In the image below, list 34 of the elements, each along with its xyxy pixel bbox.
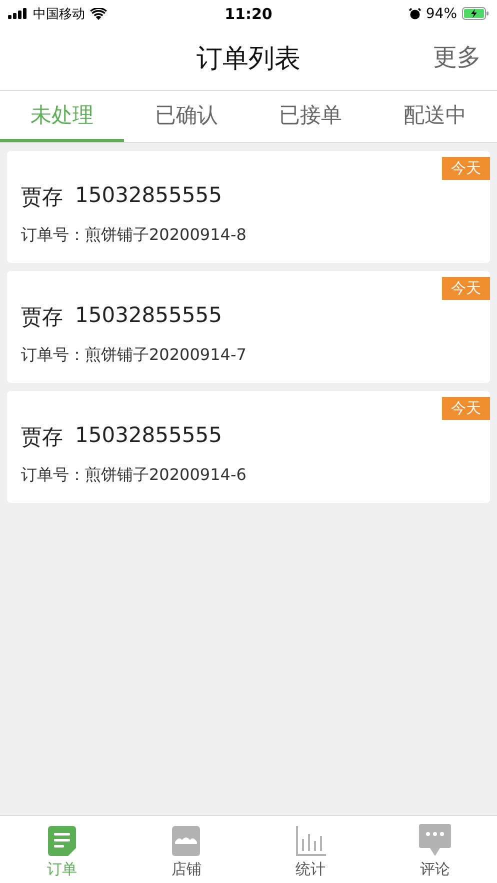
nav-item[interactable]: 店铺 bbox=[124, 816, 248, 883]
order-card[interactable]: 今天 贾存 15032855555 订单号：煎饼铺子20200914-8 bbox=[7, 151, 490, 263]
order-card[interactable]: 今天 贾存 15032855555 订单号：煎饼铺子20200914-6 bbox=[7, 391, 490, 503]
store-icon bbox=[172, 826, 200, 856]
battery-percent: 94% bbox=[426, 6, 457, 22]
order-number: 订单号：煎饼铺子20200914-7 bbox=[21, 344, 248, 366]
wifi-icon bbox=[90, 8, 107, 20]
document-icon bbox=[48, 826, 76, 856]
nav-item[interactable]: 评论 bbox=[372, 816, 497, 883]
customer-phone: 15032855555 bbox=[75, 422, 222, 448]
more-button[interactable]: 更多 bbox=[433, 41, 481, 73]
customer-name: 贾存 bbox=[21, 184, 63, 210]
order-card[interactable]: 今天 贾存 15032855555 订单号：煎饼铺子20200914-7 bbox=[7, 271, 490, 383]
chat-bubble-icon bbox=[418, 824, 451, 856]
tab[interactable]: 已确认 bbox=[124, 91, 248, 142]
date-badge: 今天 bbox=[442, 277, 490, 300]
battery-charging-icon bbox=[462, 7, 489, 20]
page-title: 订单列表 bbox=[196, 43, 300, 76]
customer-phone: 15032855555 bbox=[75, 182, 222, 208]
date-badge: 今天 bbox=[442, 157, 490, 180]
bar-chart-icon bbox=[296, 826, 326, 856]
date-badge: 今天 bbox=[442, 397, 490, 420]
customer-name: 贾存 bbox=[21, 304, 63, 330]
signal-icon bbox=[8, 8, 28, 19]
tab[interactable]: 已接单 bbox=[248, 91, 373, 142]
nav-item[interactable]: 统计 bbox=[248, 816, 373, 883]
tab[interactable]: 配送中 bbox=[372, 91, 497, 142]
order-number: 订单号：煎饼铺子20200914-6 bbox=[21, 464, 248, 486]
carrier-name: 中国移动 bbox=[33, 6, 85, 22]
order-number: 订单号：煎饼铺子20200914-8 bbox=[21, 224, 248, 246]
status-time: 11:20 bbox=[224, 4, 272, 22]
alarm-icon bbox=[408, 8, 421, 20]
customer-phone: 15032855555 bbox=[75, 302, 222, 328]
customer-name: 贾存 bbox=[21, 424, 63, 450]
